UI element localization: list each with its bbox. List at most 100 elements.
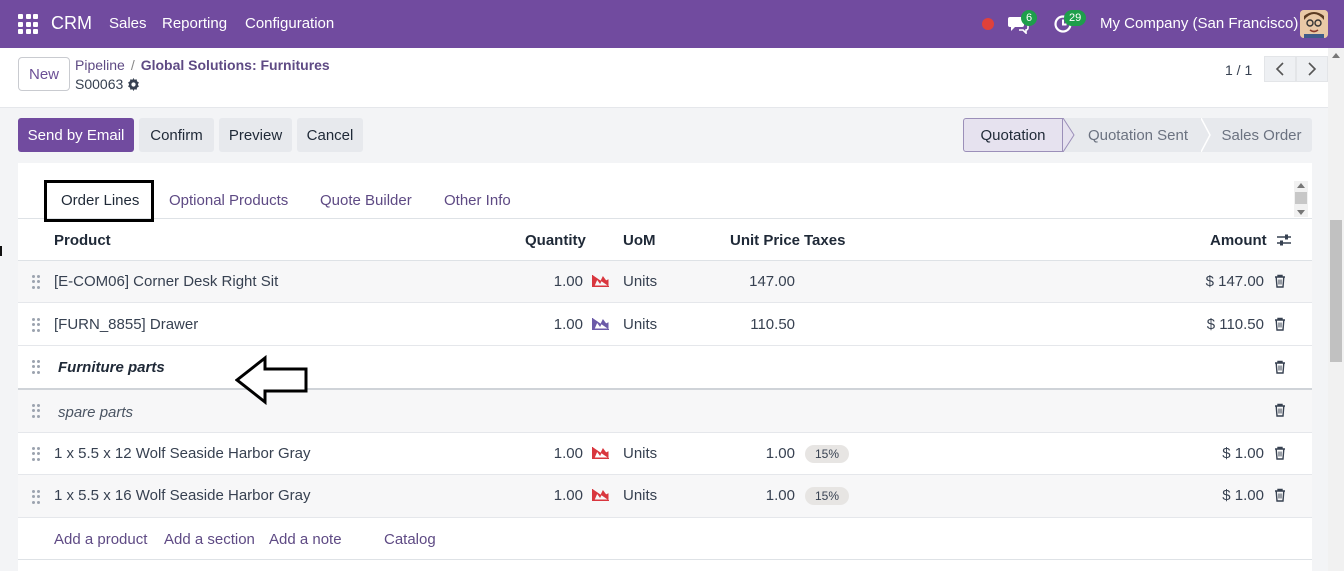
add-product-link[interactable]: Add a product bbox=[54, 531, 147, 548]
activity-count-badge: 29 bbox=[1064, 10, 1087, 26]
trash-icon[interactable] bbox=[1274, 360, 1286, 374]
tax-badge[interactable]: 15% bbox=[805, 487, 850, 505]
apps-menu-icon[interactable] bbox=[18, 14, 38, 34]
table-row[interactable]: [FURN_8855] Drawer 1.00 Units 110.50 $ 1… bbox=[18, 303, 1312, 346]
table-row[interactable]: 1 x 5.5 x 12 Wolf Seaside Harbor Gray 1.… bbox=[18, 433, 1312, 475]
stage-separator-icon bbox=[1063, 118, 1075, 152]
pager-value[interactable]: 1 / 1 bbox=[1225, 62, 1252, 78]
stage-quotation[interactable]: Quotation bbox=[963, 118, 1063, 152]
unit-price-value[interactable]: 110.50 bbox=[718, 316, 795, 333]
drag-handle-icon[interactable] bbox=[32, 404, 40, 418]
trash-icon[interactable] bbox=[1274, 488, 1286, 502]
pager-next-button[interactable] bbox=[1296, 56, 1328, 82]
add-line-links: Add a product Add a section Add a note C… bbox=[18, 518, 1312, 560]
unit-price-value[interactable]: 147.00 bbox=[718, 273, 795, 290]
scroll-up-icon[interactable] bbox=[1297, 183, 1305, 188]
tax-badge[interactable]: 15% bbox=[805, 445, 850, 463]
new-button[interactable]: New bbox=[18, 57, 70, 91]
product-name[interactable]: 1 x 5.5 x 16 Wolf Seaside Harbor Gray bbox=[54, 487, 311, 504]
table-header: Product Quantity UoM Unit Price Taxes Am… bbox=[18, 219, 1312, 261]
chevron-right-icon bbox=[1308, 62, 1317, 76]
drag-handle-icon[interactable] bbox=[32, 318, 40, 332]
column-product[interactable]: Product bbox=[54, 232, 111, 249]
quantity-value[interactable]: 1.00 bbox=[518, 487, 583, 504]
quantity-value[interactable]: 1.00 bbox=[518, 445, 583, 462]
menu-configuration[interactable]: Configuration bbox=[245, 15, 334, 32]
scroll-up-icon[interactable] bbox=[1332, 53, 1340, 58]
unit-price-value[interactable]: 1.00 bbox=[718, 445, 795, 462]
trash-icon[interactable] bbox=[1274, 403, 1286, 417]
quantity-value[interactable]: 1.00 bbox=[518, 316, 583, 333]
quantity-value[interactable]: 1.00 bbox=[518, 273, 583, 290]
page-scrollbar[interactable] bbox=[1328, 48, 1344, 571]
uom-value[interactable]: Units bbox=[623, 316, 657, 333]
forecast-chart-icon[interactable] bbox=[592, 447, 609, 459]
trash-icon[interactable] bbox=[1274, 317, 1286, 331]
amount-value: $ 110.50 bbox=[1206, 316, 1264, 333]
status-bar: Quotation Quotation Sent Sales Order bbox=[963, 118, 1312, 152]
tab-optional-products[interactable]: Optional Products bbox=[169, 192, 288, 209]
uom-value[interactable]: Units bbox=[623, 273, 657, 290]
add-section-link[interactable]: Add a section bbox=[164, 531, 255, 548]
table-row[interactable]: 1 x 5.5 x 16 Wolf Seaside Harbor Gray 1.… bbox=[18, 475, 1312, 518]
note-text[interactable]: spare parts bbox=[58, 404, 133, 421]
amount-value: $ 1.00 bbox=[1222, 445, 1264, 462]
product-name[interactable]: [E-COM06] Corner Desk Right Sit bbox=[54, 273, 278, 290]
breadcrumb-opportunity-link[interactable]: Global Solutions: Furnitures bbox=[141, 57, 330, 73]
drag-handle-icon[interactable] bbox=[32, 360, 40, 374]
forecast-chart-icon[interactable] bbox=[592, 275, 609, 287]
column-unit-price[interactable]: Unit Price bbox=[730, 232, 800, 249]
column-uom[interactable]: UoM bbox=[623, 232, 656, 249]
product-name[interactable]: 1 x 5.5 x 12 Wolf Seaside Harbor Gray bbox=[54, 445, 311, 462]
menu-reporting[interactable]: Reporting bbox=[162, 15, 227, 32]
drag-handle-icon[interactable] bbox=[32, 490, 40, 504]
stage-sales-order[interactable]: Sales Order bbox=[1211, 118, 1312, 152]
column-taxes[interactable]: Taxes bbox=[804, 232, 845, 249]
unit-price-value[interactable]: 1.00 bbox=[718, 487, 795, 504]
section-name[interactable]: Furniture parts bbox=[58, 359, 165, 376]
preview-button[interactable]: Preview bbox=[219, 118, 292, 152]
uom-value[interactable]: Units bbox=[623, 487, 657, 504]
notebook-tabs: Order Lines Optional Products Quote Buil… bbox=[18, 163, 1312, 222]
edge-marker bbox=[0, 246, 2, 256]
column-amount[interactable]: Amount bbox=[1210, 232, 1267, 249]
send-by-email-button[interactable]: Send by Email bbox=[18, 118, 134, 152]
column-quantity[interactable]: Quantity bbox=[525, 232, 586, 249]
trash-icon[interactable] bbox=[1274, 274, 1286, 288]
forecast-chart-icon[interactable] bbox=[592, 318, 609, 330]
uom-value[interactable]: Units bbox=[623, 445, 657, 462]
confirm-button[interactable]: Confirm bbox=[139, 118, 214, 152]
trash-icon[interactable] bbox=[1274, 446, 1286, 460]
top-navbar: CRM Sales Reporting Configuration 6 29 M… bbox=[0, 0, 1344, 48]
company-switcher[interactable]: My Company (San Francisco) bbox=[1100, 15, 1298, 32]
cancel-button[interactable]: Cancel bbox=[297, 118, 363, 152]
drag-handle-icon[interactable] bbox=[32, 275, 40, 289]
scroll-thumb[interactable] bbox=[1295, 192, 1307, 204]
scroll-thumb[interactable] bbox=[1330, 220, 1342, 362]
tabs-scrollbar[interactable] bbox=[1294, 181, 1308, 217]
scroll-down-icon[interactable] bbox=[1297, 210, 1305, 215]
pager-previous-button[interactable] bbox=[1264, 56, 1296, 82]
stage-quotation-sent[interactable]: Quotation Sent bbox=[1075, 118, 1201, 152]
table-row[interactable]: [E-COM06] Corner Desk Right Sit 1.00 Uni… bbox=[18, 261, 1312, 303]
record-reference: S00063 bbox=[75, 76, 140, 92]
app-name[interactable]: CRM bbox=[51, 13, 92, 34]
tab-quote-builder[interactable]: Quote Builder bbox=[320, 192, 412, 209]
catalog-button[interactable]: Catalog bbox=[384, 531, 436, 548]
gear-icon[interactable] bbox=[127, 77, 140, 91]
add-note-link[interactable]: Add a note bbox=[269, 531, 342, 548]
section-row[interactable]: Furniture parts bbox=[18, 346, 1312, 390]
forecast-chart-icon[interactable] bbox=[592, 489, 609, 501]
product-name[interactable]: [FURN_8855] Drawer bbox=[54, 316, 198, 333]
stage-separator-icon bbox=[1201, 118, 1211, 152]
optional-columns-icon[interactable] bbox=[1276, 233, 1292, 247]
breadcrumb-pipeline-link[interactable]: Pipeline bbox=[75, 57, 125, 73]
record-ref-text: S00063 bbox=[75, 76, 124, 92]
menu-sales[interactable]: Sales bbox=[109, 15, 147, 32]
chat-count-badge: 6 bbox=[1021, 10, 1038, 26]
recording-dot-icon[interactable] bbox=[982, 18, 994, 30]
drag-handle-icon[interactable] bbox=[32, 447, 40, 461]
tab-other-info[interactable]: Other Info bbox=[444, 192, 511, 209]
user-avatar[interactable] bbox=[1300, 10, 1328, 38]
note-row[interactable]: spare parts bbox=[18, 390, 1312, 433]
